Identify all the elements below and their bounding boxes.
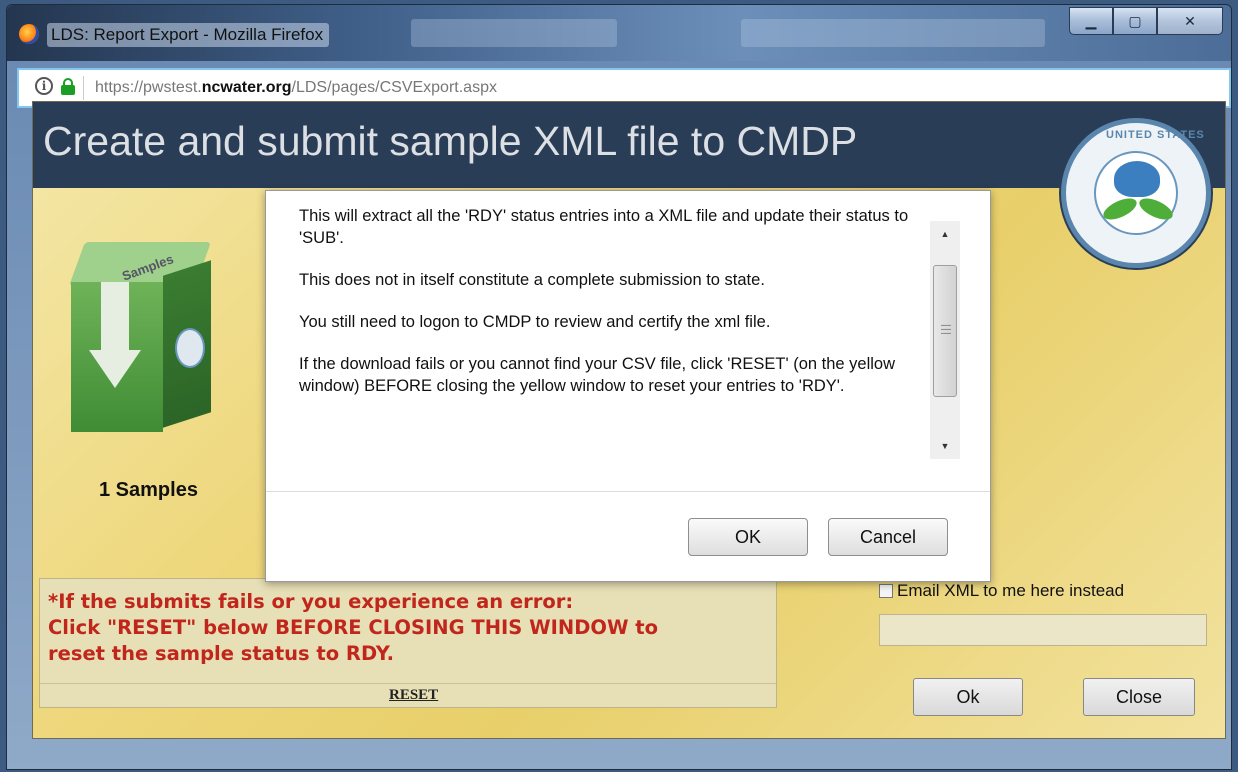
- window-controls: ▁ ▢ ✕: [1069, 7, 1223, 35]
- scroll-thumb[interactable]: — — —: [933, 265, 957, 397]
- dialog-scrollbar[interactable]: ▲ — — — ▼: [930, 221, 960, 459]
- close-button[interactable]: Close: [1083, 678, 1195, 716]
- confirm-dialog: This will extract all the 'RDY' status e…: [265, 190, 991, 582]
- close-window-button[interactable]: ✕: [1157, 7, 1223, 35]
- url-text[interactable]: https://pwstest.ncwater.org/LDS/pages/CS…: [95, 79, 497, 97]
- page-header: Create and submit sample XML file to CMD…: [33, 102, 1225, 188]
- background-search-ghost: [741, 19, 1045, 47]
- dialog-footer: OK Cancel: [266, 491, 990, 581]
- background-toolbar-ghost: [411, 19, 617, 47]
- error-line-1: *If the submits fails or you experience …: [48, 590, 574, 613]
- error-line-2: Click "RESET" below BEFORE CLOSING THIS …: [48, 616, 658, 639]
- dialog-cancel-button[interactable]: Cancel: [828, 518, 948, 556]
- ok-button[interactable]: Ok: [913, 678, 1023, 716]
- samples-count: 1 Samples: [99, 479, 198, 501]
- seal-top-text: UNITED STATES: [1106, 129, 1205, 141]
- dialog-paragraph-4: If the download fails or you cannot find…: [299, 355, 895, 395]
- lock-icon[interactable]: [61, 78, 75, 96]
- reset-link[interactable]: RESET: [389, 687, 438, 704]
- grip-icon: — — —: [941, 320, 951, 339]
- window-title: LDS: Report Export - Mozilla Firefox: [47, 23, 330, 47]
- dialog-paragraph-1: This will extract all the 'RDY' status e…: [299, 207, 909, 247]
- maximize-button[interactable]: ▢: [1113, 7, 1157, 35]
- dialog-ok-button[interactable]: OK: [688, 518, 808, 556]
- scroll-up-icon[interactable]: ▲: [930, 225, 960, 243]
- email-checkbox[interactable]: [879, 584, 893, 598]
- url-path: /LDS/pages/CSVExport.aspx: [291, 79, 497, 96]
- email-input[interactable]: [879, 614, 1207, 646]
- dialog-paragraph-2: This does not in itself constitute a com…: [299, 271, 765, 289]
- email-label: Email XML to me here instead: [897, 581, 1125, 600]
- email-option[interactable]: Email XML to me here instead: [879, 581, 1124, 601]
- dialog-body: This will extract all the 'RDY' status e…: [266, 191, 992, 491]
- page-title: Create and submit sample XML file to CMD…: [43, 118, 858, 164]
- url-separator: [83, 76, 84, 100]
- scroll-down-icon[interactable]: ▼: [930, 437, 960, 455]
- minimize-button[interactable]: ▁: [1069, 7, 1113, 35]
- url-domain: ncwater.org: [201, 79, 292, 96]
- url-prefix: https://pwstest.: [95, 79, 202, 96]
- error-line-3: reset the sample status to RDY.: [48, 642, 395, 665]
- dialog-paragraph-3: You still need to logon to CMDP to revie…: [299, 313, 771, 331]
- epa-seal-logo: UNITED STATES: [1061, 118, 1211, 268]
- error-notice: *If the submits fails or you experience …: [39, 578, 777, 708]
- samples-box-icon: Samples: [68, 242, 221, 442]
- divider: [40, 683, 776, 684]
- title-bar[interactable]: LDS: Report Export - Mozilla Firefox ▁ ▢…: [7, 5, 1231, 61]
- info-icon[interactable]: i: [35, 77, 53, 95]
- error-message: *If the submits fails or you experience …: [48, 589, 658, 667]
- firefox-icon: [19, 24, 39, 44]
- dialog-message: This will extract all the 'RDY' status e…: [299, 207, 919, 417]
